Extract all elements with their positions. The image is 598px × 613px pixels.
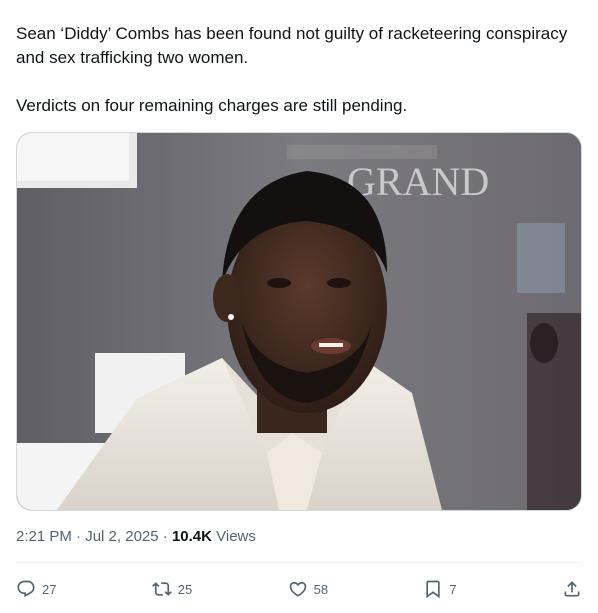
backdrop-text: GRAND xyxy=(347,159,489,204)
tweet-photo[interactable]: GRAND xyxy=(16,132,582,511)
action-bar: 27 25 58 7 xyxy=(16,574,582,604)
tweet-time: 2:21 PM xyxy=(16,528,72,545)
bookmark-icon xyxy=(426,580,441,599)
like-button[interactable]: 58 xyxy=(288,579,328,599)
reply-button[interactable]: 27 xyxy=(16,579,56,599)
share-icon xyxy=(564,581,580,597)
tweet-timestamp-link[interactable]: 2:21 PM · Jul 2, 2025 xyxy=(16,528,159,545)
tweet-date: Jul 2, 2025 xyxy=(85,528,159,545)
meta-separator: · xyxy=(71,528,86,545)
tweet-text-line2: Verdicts on four remaining charges are s… xyxy=(16,96,408,115)
repost-count: 25 xyxy=(177,581,193,597)
repost-icon xyxy=(151,582,172,596)
like-icon xyxy=(289,581,306,597)
photo-illustration: GRAND xyxy=(17,133,581,510)
divider xyxy=(16,562,582,563)
views-label: Views xyxy=(211,528,256,545)
reply-count: 27 xyxy=(42,581,57,597)
tweet-text-line1: Sean ‘Diddy’ Combs has been found not gu… xyxy=(16,24,568,67)
tweet-meta: 2:21 PM · Jul 2, 2025 · 10.4K Views xyxy=(16,527,256,547)
reply-icon xyxy=(17,580,35,598)
views-count: 10.4K xyxy=(171,528,212,545)
bookmark-count: 7 xyxy=(449,581,457,597)
meta-separator: · xyxy=(158,528,172,545)
tweet-text: Sean ‘Diddy’ Combs has been found not gu… xyxy=(16,22,576,118)
share-button[interactable] xyxy=(552,579,582,599)
like-count: 58 xyxy=(313,581,329,597)
bookmark-button[interactable]: 7 xyxy=(423,579,457,599)
repost-button[interactable]: 25 xyxy=(151,579,193,599)
